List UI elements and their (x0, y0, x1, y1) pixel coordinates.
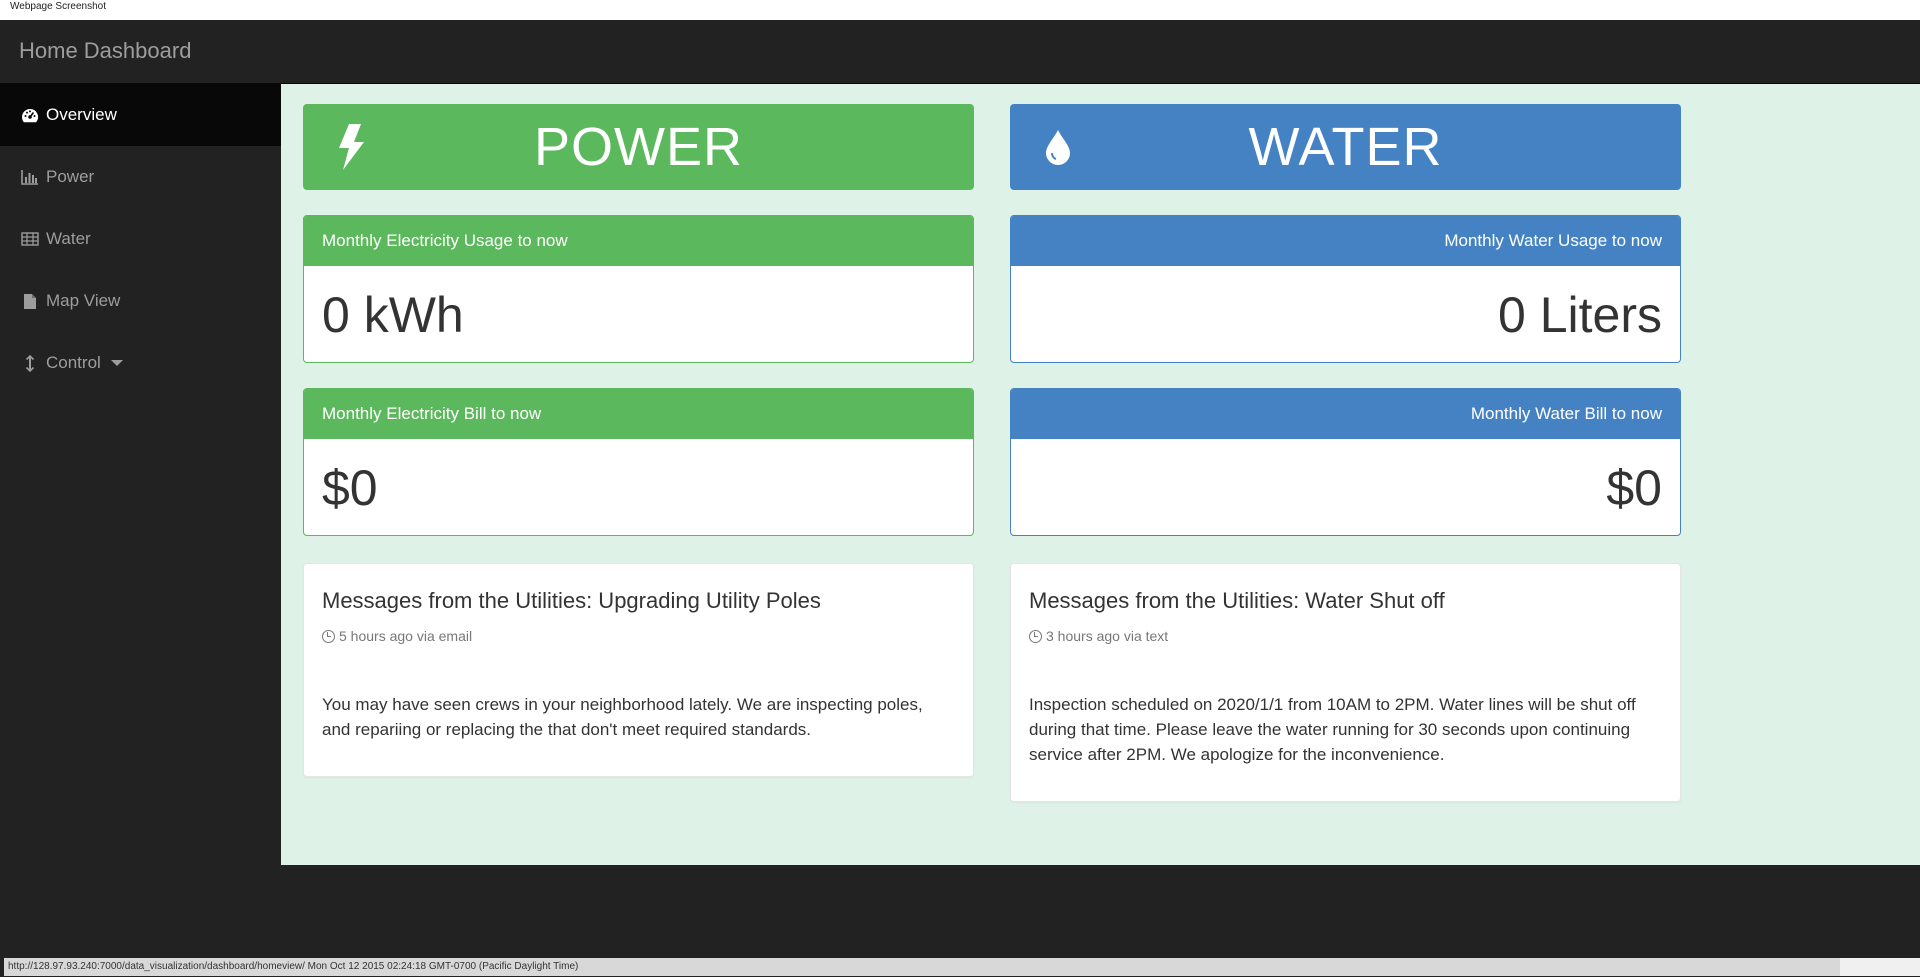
water-usage-card: Monthly Water Usage to now 0 Liters (1010, 215, 1681, 363)
water-usage-value: 0 Liters (1498, 287, 1662, 343)
capture-caption: Webpage Screenshot (0, 0, 1920, 20)
sidebar: Overview Power Water Map View Control (0, 84, 281, 864)
sidebar-item-overview[interactable]: Overview (0, 84, 281, 146)
electricity-usage-card: Monthly Electricity Usage to now 0 kWh (303, 215, 974, 363)
droplet-icon (1042, 122, 1082, 172)
power-message-meta: 5 hours ago via email (322, 628, 955, 644)
sidebar-item-power[interactable]: Power (0, 146, 281, 208)
electricity-bill-label: Monthly Electricity Bill to now (304, 389, 973, 439)
sidebar-item-label: Map View (46, 291, 121, 310)
sidebar-item-label: Control (46, 353, 101, 372)
water-usage-label: Monthly Water Usage to now (1011, 216, 1680, 266)
main-content: POWER Monthly Electricity Usage to now 0… (281, 84, 1920, 865)
water-bill-card: Monthly Water Bill to now $0 (1010, 388, 1681, 536)
power-message-body: You may have seen crews in your neighbor… (322, 695, 923, 739)
file-icon (20, 291, 40, 311)
sidebar-item-label: Overview (46, 105, 117, 124)
water-banner: WATER (1010, 104, 1681, 190)
water-banner-title: WATER (1248, 117, 1443, 177)
electricity-bill-value: $0 (322, 460, 378, 516)
clock-icon (322, 629, 335, 643)
power-message-time: 5 hours ago via email (339, 628, 473, 644)
bolt-icon (335, 122, 375, 172)
water-message-time: 3 hours ago via text (1046, 628, 1169, 644)
water-message-body: Inspection scheduled on 2020/1/1 from 10… (1029, 695, 1636, 764)
vertical-resize-icon (20, 353, 40, 373)
electricity-usage-value: 0 kWh (322, 287, 464, 343)
bar-chart-icon (20, 167, 40, 187)
sidebar-item-water[interactable]: Water (0, 208, 281, 270)
power-banner: POWER (303, 104, 974, 190)
water-message-card: Messages from the Utilities: Water Shut … (1010, 563, 1681, 802)
sidebar-item-label: Water (46, 229, 91, 248)
dashboard-icon (20, 105, 40, 125)
power-message-title: Messages from the Utilities: Upgrading U… (322, 588, 821, 613)
water-message-title: Messages from the Utilities: Water Shut … (1029, 588, 1445, 613)
chevron-down-icon (110, 360, 123, 366)
status-bar-scroll[interactable] (1840, 958, 1920, 976)
top-navbar: Home Dashboard (0, 20, 1920, 84)
water-bill-label: Monthly Water Bill to now (1011, 389, 1680, 439)
clock-icon (1029, 629, 1042, 643)
electricity-bill-card: Monthly Electricity Bill to now $0 (303, 388, 974, 536)
electricity-usage-label: Monthly Electricity Usage to now (304, 216, 973, 266)
table-icon (20, 229, 40, 249)
power-message-card: Messages from the Utilities: Upgrading U… (303, 563, 974, 777)
sidebar-item-control[interactable]: Control (0, 332, 281, 394)
sidebar-item-map-view[interactable]: Map View (0, 270, 281, 332)
brand-title[interactable]: Home Dashboard (19, 38, 191, 64)
status-url-text: http://128.97.93.240:7000/data_visualiza… (4, 958, 1840, 976)
water-message-meta: 3 hours ago via text (1029, 628, 1662, 644)
power-banner-title: POWER (533, 117, 743, 177)
sidebar-item-label: Power (46, 167, 95, 186)
water-bill-value: $0 (1606, 460, 1662, 516)
